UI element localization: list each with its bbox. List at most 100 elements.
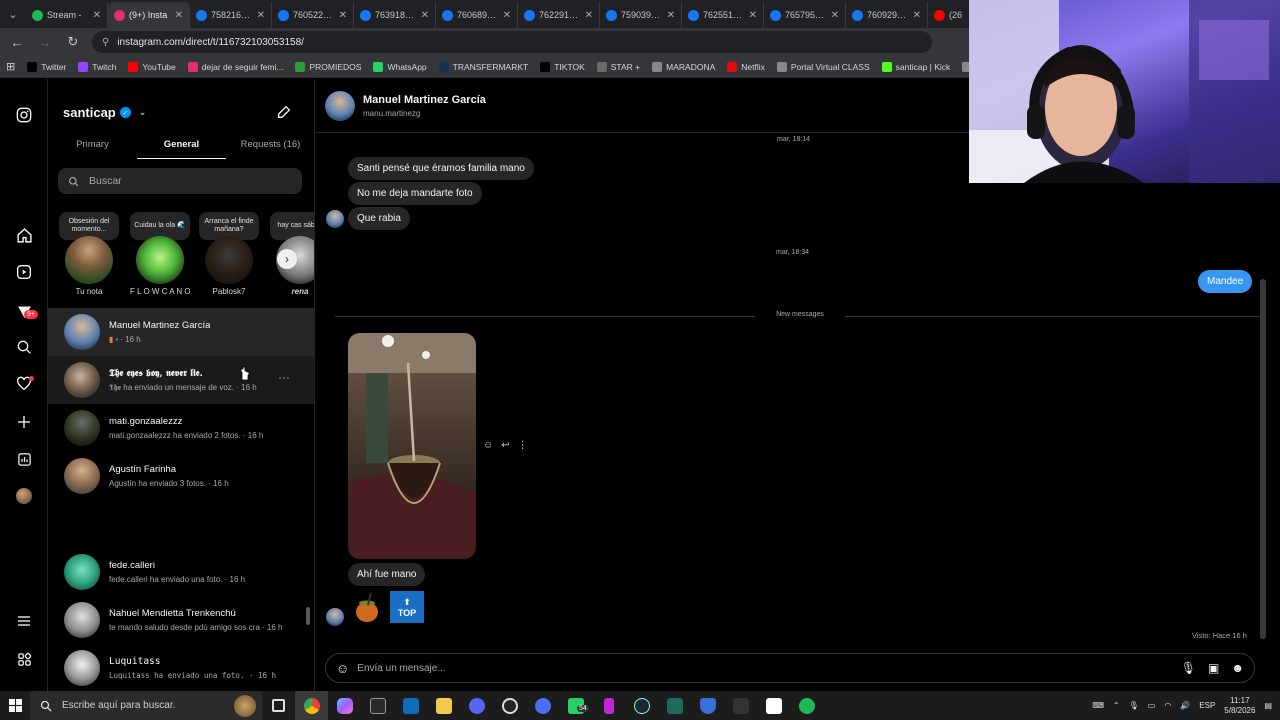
discord-icon[interactable] bbox=[460, 691, 493, 720]
app-icon[interactable] bbox=[592, 691, 625, 720]
thread-more-options-icon[interactable]: ··· bbox=[278, 370, 290, 384]
tab-requests[interactable]: Requests (16) bbox=[226, 135, 314, 159]
forward-icon[interactable]: → bbox=[36, 35, 54, 50]
app-icon[interactable] bbox=[724, 691, 757, 720]
react-emoji-icon[interactable]: ☺ bbox=[483, 440, 493, 451]
thread-item[interactable]: fede.calleri fede.calleri ha enviado una… bbox=[48, 548, 314, 596]
note-item[interactable]: Obsesión del momento... Tu nota bbox=[59, 212, 119, 296]
tab-close-icon[interactable]: ✕ bbox=[93, 10, 101, 21]
thread-item[interactable]: mati.gonzaalezzz mati.gonzaalezzz ha env… bbox=[48, 404, 314, 452]
browser-tab[interactable]: 76229147 ✕ bbox=[518, 2, 600, 28]
windows-start-icon[interactable] bbox=[0, 699, 30, 712]
bookmark-item[interactable]: dejar de seguir femi... bbox=[187, 61, 283, 72]
app-icon[interactable] bbox=[658, 691, 691, 720]
message-bubble-outgoing[interactable]: Mandee bbox=[1198, 270, 1253, 293]
bookmark-item[interactable]: PROMIEDOS bbox=[295, 61, 361, 72]
tab-primary[interactable]: Primary bbox=[48, 135, 137, 159]
thread-item[interactable]: Agustín Farinha Agustín ha enviado 3 fot… bbox=[48, 452, 314, 500]
mate-sticker-icon[interactable] bbox=[355, 593, 379, 623]
thread-item[interactable]: 𝕿𝖍𝖊 𝖊𝖞𝖊𝖘 𝖇𝖔𝖞, 𝖓𝖊𝖛𝖊𝖗 𝖑𝖎𝖊. 𝕿𝖍𝖊 ha enviado … bbox=[48, 356, 314, 404]
bookmark-item[interactable]: Portal Virtual CLASS bbox=[776, 61, 870, 72]
bookmark-item[interactable]: Twitter bbox=[27, 61, 66, 72]
taskbar-search-input[interactable]: Escribe aquí para buscar. bbox=[30, 691, 262, 720]
steam-icon[interactable] bbox=[625, 691, 658, 720]
browser-tab[interactable]: 76579587 ✕ bbox=[764, 2, 846, 28]
inbox-scrollbar[interactable] bbox=[306, 607, 310, 625]
file-explorer-icon[interactable] bbox=[427, 691, 460, 720]
back-icon[interactable]: ← bbox=[8, 35, 26, 50]
browser-tab[interactable]: 75821643 ✕ bbox=[190, 2, 272, 28]
dashboard-icon[interactable] bbox=[14, 449, 34, 469]
keyboard-icon[interactable]: ⌨ bbox=[1092, 701, 1104, 710]
task-view-icon[interactable] bbox=[262, 691, 295, 720]
browser-tab[interactable]: Stream - ✕ bbox=[26, 2, 108, 28]
notes-next-arrow-icon[interactable]: › bbox=[277, 249, 297, 269]
bookmark-item[interactable]: WhatsApp bbox=[373, 61, 427, 72]
message-composer[interactable]: ☺ Envía un mensaje... 🎙 ▣ ☻ bbox=[325, 653, 1255, 683]
copilot-icon[interactable] bbox=[328, 691, 361, 720]
also-from-meta-icon[interactable] bbox=[14, 649, 34, 669]
tab-close-icon[interactable]: ✕ bbox=[421, 10, 429, 21]
chevron-up-icon[interactable]: ⌃ bbox=[1113, 701, 1120, 710]
network-icon[interactable]: ▭ bbox=[1148, 701, 1156, 710]
tab-close-icon[interactable]: ✕ bbox=[913, 10, 921, 21]
language-indicator[interactable]: ESP bbox=[1199, 701, 1215, 710]
apps-icon[interactable]: ⊞ bbox=[6, 60, 15, 73]
new-message-icon[interactable] bbox=[276, 104, 294, 122]
epic-games-icon[interactable] bbox=[361, 691, 394, 720]
tab-search-icon[interactable]: ⌄ bbox=[0, 0, 26, 28]
sticker-icon[interactable]: ☻ bbox=[1231, 661, 1244, 675]
bookmark-item[interactable]: TIKTOK bbox=[540, 61, 585, 72]
profile-avatar[interactable] bbox=[14, 486, 34, 506]
bookmark-item[interactable]: Netflix bbox=[727, 61, 765, 72]
chat-contact-name[interactable]: Manuel Martinez García bbox=[363, 94, 486, 106]
thread-item[interactable]: Manuel Martinez García ▮ ▪ · 16 h bbox=[48, 308, 314, 356]
browser-tab[interactable]: (9+) Insta ✕ bbox=[108, 2, 190, 28]
browser-tab[interactable]: 75903959 ✕ bbox=[600, 2, 682, 28]
tab-close-icon[interactable]: ✕ bbox=[257, 10, 265, 21]
bookmark-item[interactable]: Twitch bbox=[78, 61, 116, 72]
bookmark-item[interactable]: santicap | Kick bbox=[881, 61, 950, 72]
emoji-icon[interactable]: ☺ bbox=[336, 661, 349, 676]
note-item[interactable]: Arranca el finde mañana? Pablosk7 bbox=[199, 212, 259, 296]
address-bar[interactable]: ⚲ instagram.com/direct/t/116732103053158… bbox=[92, 31, 932, 53]
reels-icon[interactable] bbox=[14, 262, 34, 282]
tab-close-icon[interactable]: ✕ bbox=[503, 10, 511, 21]
create-plus-icon[interactable] bbox=[14, 412, 34, 432]
tab-close-icon[interactable]: ✕ bbox=[585, 10, 593, 21]
search-icon[interactable] bbox=[14, 337, 34, 357]
outlook-icon[interactable] bbox=[394, 691, 427, 720]
message-bubble[interactable]: No me deja mandarte foto bbox=[348, 182, 482, 205]
site-info-icon[interactable]: ⚲ bbox=[102, 37, 109, 48]
account-switcher[interactable]: santicap ✓ ⌄ bbox=[63, 105, 146, 120]
reload-icon[interactable]: ↻ bbox=[64, 34, 82, 50]
thread-item[interactable]: Luquitass Luquitass ha enviado una foto.… bbox=[48, 644, 314, 691]
bookmark-item[interactable]: TRANSFERMARKT bbox=[438, 61, 528, 72]
note-item[interactable]: Cuidau la ola 🌊 F L O W C A N O... bbox=[130, 212, 190, 296]
home-icon[interactable] bbox=[14, 225, 34, 245]
avatar[interactable] bbox=[325, 91, 355, 121]
volume-icon[interactable]: 🔊 bbox=[1180, 701, 1190, 710]
microphone-icon[interactable]: 🎙 bbox=[1181, 661, 1196, 675]
tab-close-icon[interactable]: ✕ bbox=[831, 10, 839, 21]
tab-close-icon[interactable]: ✕ bbox=[339, 10, 347, 21]
bookmark-item[interactable]: YouTube bbox=[128, 61, 176, 72]
capcut-icon[interactable] bbox=[757, 691, 790, 720]
message-input[interactable]: Envía un mensaje... bbox=[357, 663, 445, 674]
search-input[interactable]: Buscar bbox=[58, 168, 302, 194]
microphone-icon[interactable]: 🎙 bbox=[1129, 701, 1139, 710]
chrome-icon[interactable] bbox=[295, 691, 328, 720]
browser-tab[interactable]: 76255120 ✕ bbox=[682, 2, 764, 28]
gallery-icon[interactable]: ▣ bbox=[1208, 661, 1219, 675]
vpn-icon[interactable] bbox=[691, 691, 724, 720]
browser-tab[interactable]: 76052222 ✕ bbox=[272, 2, 354, 28]
message-bubble[interactable]: Santi pensé que éramos familia mano bbox=[348, 157, 534, 180]
tab-close-icon[interactable]: ✕ bbox=[749, 10, 757, 21]
message-bubble[interactable]: Que rabia bbox=[348, 207, 410, 230]
tab-general[interactable]: General bbox=[137, 135, 226, 159]
reply-icon[interactable]: ↩ bbox=[501, 440, 509, 451]
chat-scrollbar[interactable] bbox=[1260, 279, 1266, 639]
browser-tab[interactable]: 76068947 ✕ bbox=[436, 2, 518, 28]
clock[interactable]: 11:17 5/8/2026 bbox=[1224, 696, 1255, 716]
bookmark-item[interactable]: STAR + bbox=[596, 61, 640, 72]
